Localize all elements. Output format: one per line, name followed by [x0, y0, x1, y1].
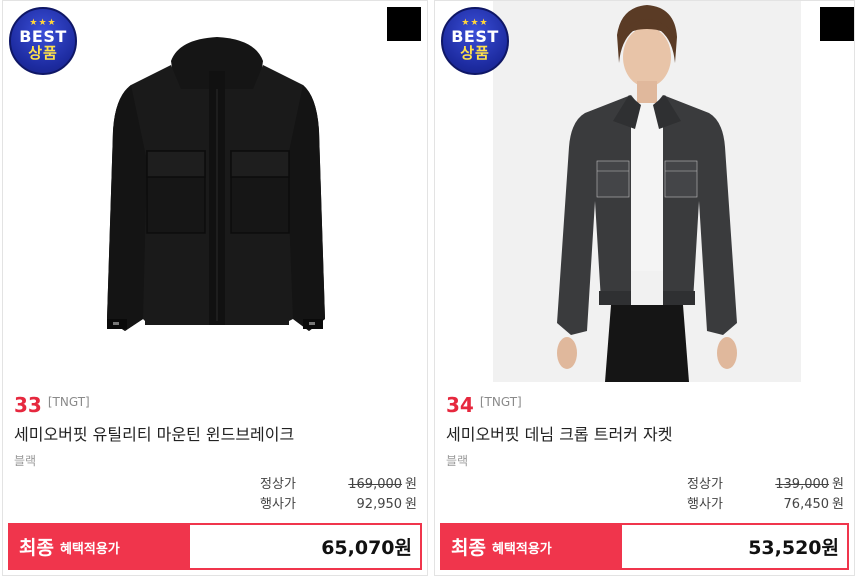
sale-price-label: 행사가 — [260, 497, 296, 512]
final-price-bar[interactable]: 최종 혜택적용가 53,520원 — [440, 523, 849, 570]
product-grid: ★★★ BEST 상품 33 [TNGT] 세미오버핏 유틸리티 마운틴 윈드브… — [0, 0, 857, 578]
best-product-badge: ★★★ BEST 상품 — [441, 7, 509, 75]
product-name[interactable]: 세미오버핏 데님 크롭 트러커 자켓 — [446, 424, 672, 446]
brand-label: [TNGT] — [479, 395, 522, 409]
regular-price-label: 정상가 — [260, 477, 296, 492]
final-label: 최종 — [19, 537, 54, 559]
regular-price-row: 정상가 169,000 원 — [260, 476, 417, 494]
rank-number: 33 — [14, 393, 42, 417]
benefit-applied-label: 혜택적용가 — [491, 542, 552, 557]
rank-line: 33 [TNGT] — [14, 393, 90, 417]
currency-unit: 원 — [832, 477, 844, 492]
sale-price-value: 76,450 — [783, 497, 830, 512]
currency-unit: 원 — [405, 497, 417, 512]
regular-price-row: 정상가 139,000 원 — [687, 476, 844, 494]
sale-price-value: 92,950 — [356, 497, 403, 512]
rank-number: 34 — [446, 393, 474, 417]
final-price-value: 65,070원 — [190, 525, 420, 568]
currency-unit: 원 — [832, 497, 844, 512]
benefit-applied-label: 혜택적용가 — [59, 542, 120, 557]
wishlist-toggle[interactable] — [820, 7, 854, 41]
final-price-bar[interactable]: 최종 혜택적용가 65,070원 — [8, 523, 422, 570]
product-color: 블랙 — [446, 454, 469, 468]
final-price-label-box: 최종 혜택적용가 — [10, 525, 190, 568]
rank-line: 34 [TNGT] — [446, 393, 522, 417]
sale-price-row: 행사가 76,450 원 — [687, 496, 844, 514]
product-name[interactable]: 세미오버핏 유틸리티 마운틴 윈드브레이크 — [14, 424, 294, 446]
badge-product-text: 상품 — [460, 44, 490, 62]
currency-unit: 원 — [405, 477, 417, 492]
regular-price-value: 139,000 — [775, 477, 830, 492]
wishlist-toggle[interactable] — [387, 7, 421, 41]
badge-best-text: BEST — [451, 27, 499, 46]
final-price-value: 53,520원 — [622, 525, 847, 568]
badge-best-text: BEST — [19, 27, 67, 46]
badge-product-text: 상품 — [28, 44, 58, 62]
final-price-label-box: 최종 혜택적용가 — [442, 525, 622, 568]
sale-price-row: 행사가 92,950 원 — [260, 496, 417, 514]
regular-price-value: 169,000 — [348, 477, 403, 492]
product-card[interactable]: ★★★ BEST 상품 34 [TNGT] 세미오버핏 데님 크롭 트러커 자켓… — [434, 0, 855, 576]
final-label: 최종 — [451, 537, 486, 559]
best-product-badge: ★★★ BEST 상품 — [9, 7, 77, 75]
product-color: 블랙 — [14, 454, 37, 468]
regular-price-label: 정상가 — [687, 477, 723, 492]
sale-price-label: 행사가 — [687, 497, 723, 512]
brand-label: [TNGT] — [47, 395, 90, 409]
product-card[interactable]: ★★★ BEST 상품 33 [TNGT] 세미오버핏 유틸리티 마운틴 윈드브… — [2, 0, 428, 576]
